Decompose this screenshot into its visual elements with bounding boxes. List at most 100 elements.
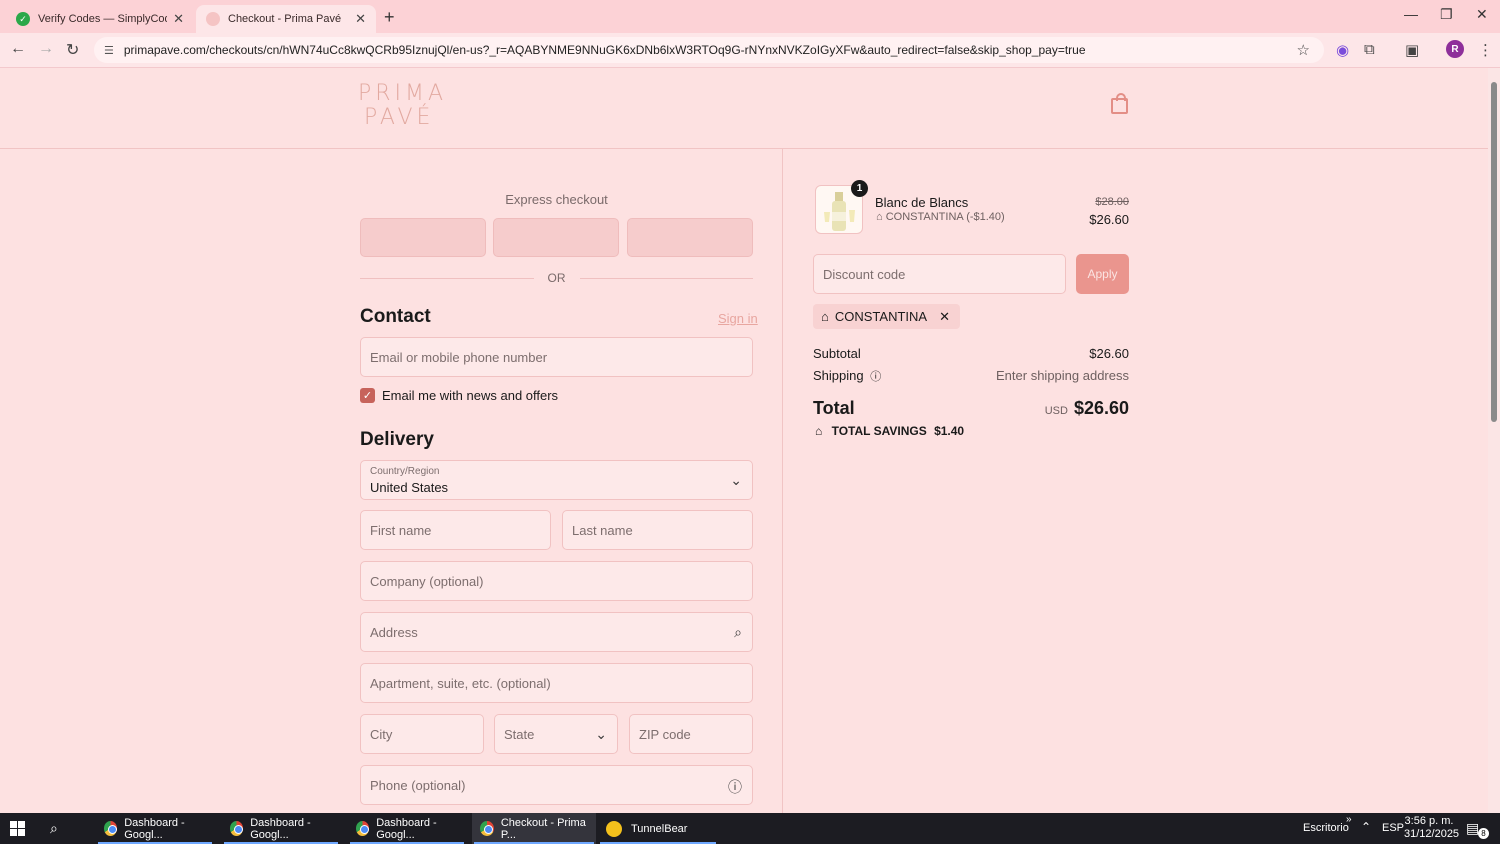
extensions-puzzle-icon[interactable]: ⧉ — [1364, 41, 1375, 58]
page-scrollbar[interactable] — [1488, 68, 1500, 813]
state-placeholder: State — [504, 726, 535, 742]
apply-button[interactable]: Apply — [1076, 254, 1129, 294]
bookmark-star-icon[interactable]: ☆ — [1297, 41, 1310, 59]
column-divider — [782, 149, 783, 813]
sign-in-link[interactable]: Sign in — [718, 311, 758, 326]
address-bar[interactable]: ☰ primapave.com/checkouts/cn/hWN74uCc8kw… — [94, 37, 1324, 63]
last-name-placeholder: Last name — [572, 522, 633, 538]
apartment-field[interactable]: Apartment, suite, etc. (optional) — [360, 663, 753, 703]
tab-search-icon[interactable]: ▣ — [1405, 41, 1419, 59]
tab-checkout[interactable]: Checkout - Prima Pavé ✕ — [196, 5, 376, 33]
primapave-favicon-icon — [206, 12, 220, 26]
windows-start-icon[interactable] — [10, 821, 25, 836]
discount-code-field[interactable]: Discount code — [813, 254, 1066, 294]
applied-discount-chip: ⌂ CONSTANTINA ✕ — [813, 304, 960, 329]
close-tab-icon[interactable]: ✕ — [173, 11, 184, 27]
company-placeholder: Company (optional) — [370, 573, 484, 589]
close-window-icon[interactable]: ✕ — [1476, 6, 1488, 23]
or-label: OR — [547, 271, 566, 285]
product-original-price: $28.00 — [1095, 196, 1129, 208]
apartment-placeholder: Apartment, suite, etc. (optional) — [370, 675, 551, 691]
total-row: USD $26.60 — [960, 398, 1129, 419]
shipping-row: Shipping ⓘ — [813, 368, 881, 384]
total-savings: ⌂ TOTAL SAVINGS $1.40 — [815, 424, 964, 438]
shopping-bag-icon[interactable] — [1111, 93, 1128, 114]
simplycodes-favicon-icon: ✓ — [16, 12, 30, 26]
tab-simplycodes[interactable]: ✓ Verify Codes — SimplyCodes ✕ — [6, 5, 194, 33]
prima-pave-logo[interactable]: PRIMA PAVÉ — [358, 82, 443, 130]
address-field[interactable]: Address ⌕ — [360, 612, 753, 652]
notification-count: 8 — [1478, 828, 1489, 839]
clock[interactable]: 3:56 p. m. 31/12/2025 — [1404, 815, 1460, 841]
zip-field[interactable]: ZIP code — [629, 714, 753, 754]
total-currency: USD — [1044, 405, 1068, 417]
desktop-label[interactable]: Escritorio — [1303, 822, 1349, 834]
tab-title: Verify Codes — SimplyCodes — [38, 13, 167, 25]
delivery-heading: Delivery — [360, 429, 434, 450]
first-name-placeholder: First name — [370, 522, 432, 538]
email-field[interactable]: Email or mobile phone number — [360, 337, 753, 377]
contact-heading: Contact — [360, 306, 431, 327]
chevron-down-icon: ⌄ — [595, 726, 607, 742]
express-pay-button-1[interactable] — [360, 218, 486, 257]
logo-line-2: PAVÉ — [364, 105, 435, 130]
menu-kebab-icon[interactable]: ⋮ — [1478, 41, 1493, 59]
product-price: $26.60 — [1089, 212, 1129, 227]
or-separator: OR — [360, 271, 753, 285]
restore-icon[interactable]: ❐ — [1440, 6, 1453, 23]
profile-avatar[interactable]: R — [1446, 40, 1464, 58]
address-placeholder: Address — [370, 624, 418, 640]
subtotal-label: Subtotal — [813, 346, 861, 361]
minimize-icon[interactable]: — — [1404, 6, 1418, 22]
close-tab-icon[interactable]: ✕ — [355, 11, 366, 27]
double-chevron-icon[interactable]: » — [1346, 814, 1352, 825]
tag-icon: ⌂ — [815, 424, 823, 438]
chrome-icon — [480, 821, 494, 836]
shipping-label: Shipping — [813, 368, 864, 383]
first-name-field[interactable]: First name — [360, 510, 551, 550]
company-field[interactable]: Company (optional) — [360, 561, 753, 601]
country-select[interactable]: Country/Region United States ⌄ — [360, 460, 753, 500]
newsletter-checkbox[interactable]: ✓ — [360, 388, 375, 403]
last-name-field[interactable]: Last name — [562, 510, 753, 550]
taskbar-item-chrome-checkout[interactable]: Checkout - Prima P... — [472, 813, 596, 844]
product-name: Blanc de Blancs — [875, 195, 969, 210]
taskbar-item-tunnelbear[interactable]: TunnelBear — [598, 813, 718, 844]
help-circle-icon[interactable]: ⓘ — [870, 371, 881, 383]
search-icon[interactable]: ⌕ — [734, 624, 742, 641]
chevron-down-icon: ⌄ — [730, 472, 742, 488]
language-indicator[interactable]: ESP — [1382, 822, 1404, 834]
remove-discount-icon[interactable]: ✕ — [939, 309, 950, 325]
clock-date: 31/12/2025 — [1404, 828, 1460, 840]
tag-icon: ⌂ — [876, 211, 883, 223]
subtotal-value: $26.60 — [1089, 346, 1129, 361]
new-tab-icon[interactable]: + — [384, 7, 395, 28]
product-discount: ⌂ CONSTANTINA (-$1.40) — [876, 211, 1005, 223]
product-discount-text: CONSTANTINA (-$1.40) — [885, 211, 1005, 223]
back-icon[interactable]: ← — [10, 40, 26, 58]
site-info-icon[interactable]: ☰ — [104, 44, 114, 57]
chrome-icon — [230, 821, 244, 836]
phone-field[interactable]: Phone (optional) ⓘ — [360, 765, 753, 805]
taskbar-item-label: TunnelBear — [631, 822, 688, 835]
taskbar-item-chrome-1[interactable]: Dashboard - Googl... — [96, 813, 214, 844]
state-select[interactable]: State ⌄ — [494, 714, 618, 754]
zip-placeholder: ZIP code — [639, 726, 691, 742]
scrollbar-thumb[interactable] — [1491, 82, 1497, 422]
reload-icon[interactable]: ↻ — [66, 40, 79, 60]
country-label: Country/Region — [370, 466, 440, 477]
city-placeholder: City — [370, 726, 393, 742]
chevron-up-icon[interactable]: ⌃ — [1361, 820, 1371, 834]
taskbar-item-chrome-3[interactable]: Dashboard - Googl... — [348, 813, 466, 844]
city-field[interactable]: City — [360, 714, 484, 754]
email-placeholder: Email or mobile phone number — [370, 349, 548, 365]
tab-strip: ✓ Verify Codes — SimplyCodes ✕ Checkout … — [0, 0, 1500, 33]
express-pay-button-3[interactable] — [627, 218, 753, 257]
help-circle-icon[interactable]: ⓘ — [728, 777, 742, 797]
taskbar-item-chrome-2[interactable]: Dashboard - Googl... — [222, 813, 340, 844]
phone-placeholder: Phone (optional) — [370, 777, 466, 793]
forward-icon[interactable]: → — [38, 40, 54, 58]
extension-icon[interactable]: ◉ — [1336, 41, 1349, 59]
express-pay-button-2[interactable] — [493, 218, 619, 257]
search-icon[interactable]: ⌕ — [50, 820, 58, 837]
